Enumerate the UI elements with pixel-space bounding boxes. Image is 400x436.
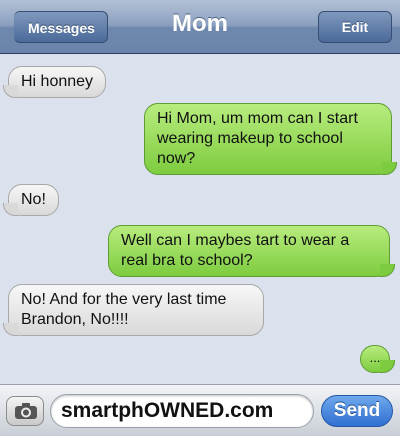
camera-button[interactable] <box>6 396 44 426</box>
send-button[interactable]: Send <box>321 395 393 427</box>
navigation-bar: Messages Mom Edit <box>0 0 400 54</box>
camera-icon <box>15 403 37 419</box>
message-bubble-outgoing: Well can I maybes tart to wear a real br… <box>108 225 395 277</box>
message-bubble-incoming: Hi honney <box>2 66 107 98</box>
typing-indicator: ... <box>360 345 395 373</box>
message-bubble-outgoing: Hi Mom, um mom can I start wearing makeu… <box>144 103 397 175</box>
edit-button[interactable]: Edit <box>318 11 392 43</box>
message-input[interactable]: smartphOWNED.com <box>50 394 314 428</box>
message-bubble-incoming: No! And for the very last time Brandon, … <box>3 284 264 336</box>
message-composer-bar: smartphOWNED.com Send <box>0 384 400 436</box>
message-bubble-incoming: No! <box>3 184 59 216</box>
